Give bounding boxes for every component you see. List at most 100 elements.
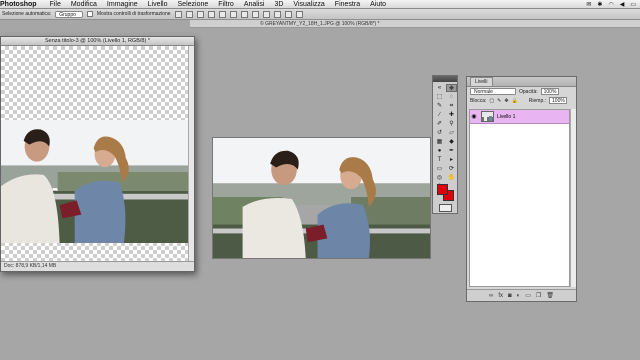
distribute-right-icon[interactable] xyxy=(295,10,303,18)
tools-panel: « ✥ ⬚ ◌ ✎ ⌗ ∕ ✚ ✐ ⚲ ↺ ▱ ▦ ◆ ● ✒ T ▸ ▭ ⟳ … xyxy=(432,75,458,214)
3d-orbit-tool-icon[interactable]: ◎ xyxy=(434,174,445,182)
volume-icon[interactable]: ◀ xyxy=(620,1,625,8)
app-frame-title: © GREYANTMY_Y2_18H_1.JPG @ 100% (RGB/8*)… xyxy=(190,20,640,28)
document-title[interactable]: Senza titolo-3 @ 100% (Livello 1, RGB/8)… xyxy=(1,37,194,46)
type-tool-icon[interactable]: T xyxy=(434,156,445,164)
fill-label: Riemp.: xyxy=(528,97,547,104)
delete-layer-icon[interactable]: 🗑 xyxy=(546,292,554,299)
collapse-icon[interactable]: « xyxy=(434,84,445,92)
3d-rotate-tool-icon[interactable]: ⟳ xyxy=(446,165,457,173)
align-left-icon[interactable] xyxy=(207,10,215,18)
quick-mask-icon[interactable] xyxy=(439,204,452,212)
align-top-icon[interactable] xyxy=(174,10,182,18)
layers-tab-bar: Livelli xyxy=(467,77,576,87)
document-scrollbar[interactable] xyxy=(188,46,194,263)
app-menu[interactable]: Photoshop xyxy=(0,1,45,8)
lock-all-icon[interactable]: 🔒 xyxy=(512,98,518,104)
lock-position-icon[interactable]: ✥ xyxy=(504,98,508,104)
lock-transparency-icon[interactable]: ▢ xyxy=(489,98,494,104)
gradient-tool-icon[interactable]: ▦ xyxy=(434,138,445,146)
dodge-tool-icon[interactable]: ● xyxy=(434,147,445,155)
status-icons: ✉ ✱ ◠ ◀ ▭ xyxy=(586,1,640,8)
quick-select-tool-icon[interactable]: ✎ xyxy=(434,102,445,110)
eye-icon[interactable]: ◉ xyxy=(470,113,478,120)
layer-name: Livello 1 xyxy=(497,113,516,120)
menu-livello[interactable]: Livello xyxy=(143,1,173,8)
distribute-bottom-icon[interactable] xyxy=(262,10,270,18)
menu-bar: Photoshop File Modifica Immagine Livello… xyxy=(0,0,640,9)
stamp-tool-icon[interactable]: ⚲ xyxy=(446,120,457,128)
blur-tool-icon[interactable]: ◆ xyxy=(446,138,457,146)
bluetooth-icon[interactable]: ✱ xyxy=(597,1,602,8)
distribute-vcenter-icon[interactable] xyxy=(251,10,259,18)
layer-mask-icon[interactable]: ◙ xyxy=(508,293,512,299)
layer-thumbnail-image xyxy=(482,112,493,121)
align-bottom-icon[interactable] xyxy=(196,10,204,18)
menu-selezione[interactable]: Selezione xyxy=(173,1,214,8)
shape-tool-icon[interactable]: ▭ xyxy=(434,165,445,173)
battery-icon[interactable]: ▭ xyxy=(630,1,636,8)
show-transform-checkbox[interactable] xyxy=(86,11,93,17)
lasso-tool-icon[interactable]: ◌ xyxy=(446,93,457,101)
menu-modifica[interactable]: Modifica xyxy=(66,1,102,8)
mail-icon[interactable]: ✉ xyxy=(586,1,591,8)
menu-finestra[interactable]: Finestra xyxy=(330,1,365,8)
pen-tool-icon[interactable]: ✒ xyxy=(446,147,457,155)
menu-file[interactable]: File xyxy=(45,1,66,8)
show-transform-label: Mostra controlli di trasformazione xyxy=(96,11,171,17)
layers-panel: Livelli Normale Opacità: 100% Blocca: ▢ … xyxy=(466,76,577,302)
align-hcenter-icon[interactable] xyxy=(218,10,226,18)
menu-3d[interactable]: 3D xyxy=(269,1,288,8)
blend-mode-dropdown[interactable]: Normale xyxy=(470,88,516,95)
layers-scrollbar[interactable] xyxy=(570,109,576,287)
crop-tool-icon[interactable]: ⌗ xyxy=(446,102,457,110)
healing-tool-icon[interactable]: ✚ xyxy=(446,111,457,119)
link-layers-icon[interactable]: ∞ xyxy=(489,293,493,299)
menu-analisi[interactable]: Analisi xyxy=(239,1,270,8)
layers-footer: ∞ fx ◙ ◐ ▭ ❐ 🗑 xyxy=(467,289,576,301)
blend-row: Normale Opacità: 100% xyxy=(467,87,576,96)
auto-select-dropdown[interactable]: Gruppo xyxy=(55,10,83,18)
distribute-top-icon[interactable] xyxy=(240,10,248,18)
align-right-icon[interactable] xyxy=(229,10,237,18)
history-brush-icon[interactable]: ↺ xyxy=(434,129,445,137)
adjustment-layer-icon[interactable]: ◐ xyxy=(517,293,521,299)
opacity-label: Opacità: xyxy=(519,88,538,95)
photo-scene xyxy=(1,120,190,243)
document-window[interactable]: Senza titolo-3 @ 100% (Livello 1, RGB/8)… xyxy=(0,36,195,272)
options-bar: Selezione automatica: Gruppo Mostra cont… xyxy=(0,9,640,20)
foreground-color-swatch[interactable] xyxy=(437,184,448,195)
document-status: Doc: 878,9 KB/1,14 MB xyxy=(1,261,194,271)
layer-photo[interactable] xyxy=(1,120,190,243)
lock-label: Blocca: xyxy=(470,97,487,104)
move-tool-icon[interactable]: ✥ xyxy=(446,84,457,92)
source-image[interactable] xyxy=(212,137,431,259)
layers-list: ◉ Livello 1 xyxy=(469,109,570,287)
layer-row[interactable]: ◉ Livello 1 xyxy=(470,110,569,124)
layer-style-icon[interactable]: fx xyxy=(498,293,503,299)
align-vcenter-icon[interactable] xyxy=(185,10,193,18)
wifi-icon[interactable]: ◠ xyxy=(608,1,613,8)
photo-scene-source xyxy=(213,138,430,258)
menu-visualizza[interactable]: Visualizza xyxy=(288,1,329,8)
auto-select-label: Selezione automatica: xyxy=(2,11,52,17)
path-select-tool-icon[interactable]: ▸ xyxy=(446,156,457,164)
menu-immagine[interactable]: Immagine xyxy=(102,1,143,8)
fill-field[interactable]: 100% xyxy=(549,97,568,104)
hand-tool-icon[interactable]: ✋ xyxy=(446,174,457,182)
marquee-tool-icon[interactable]: ⬚ xyxy=(434,93,445,101)
eraser-tool-icon[interactable]: ▱ xyxy=(446,129,457,137)
lock-pixels-icon[interactable]: ✎ xyxy=(497,98,501,104)
brush-tool-icon[interactable]: ✐ xyxy=(434,120,445,128)
new-group-icon[interactable]: ▭ xyxy=(525,292,531,299)
distribute-left-icon[interactable] xyxy=(273,10,281,18)
new-layer-icon[interactable]: ❐ xyxy=(536,292,541,299)
menu-aiuto[interactable]: Aiuto xyxy=(365,1,391,8)
lock-row: Blocca: ▢ ✎ ✥ 🔒 Riemp.: 100% xyxy=(467,96,576,105)
opacity-field[interactable]: 100% xyxy=(540,88,559,95)
eyedropper-tool-icon[interactable]: ∕ xyxy=(434,111,445,119)
menu-filtro[interactable]: Filtro xyxy=(213,1,239,8)
layer-thumbnail xyxy=(481,111,494,122)
tab-layers[interactable]: Livelli xyxy=(470,77,493,86)
distribute-hcenter-icon[interactable] xyxy=(284,10,292,18)
